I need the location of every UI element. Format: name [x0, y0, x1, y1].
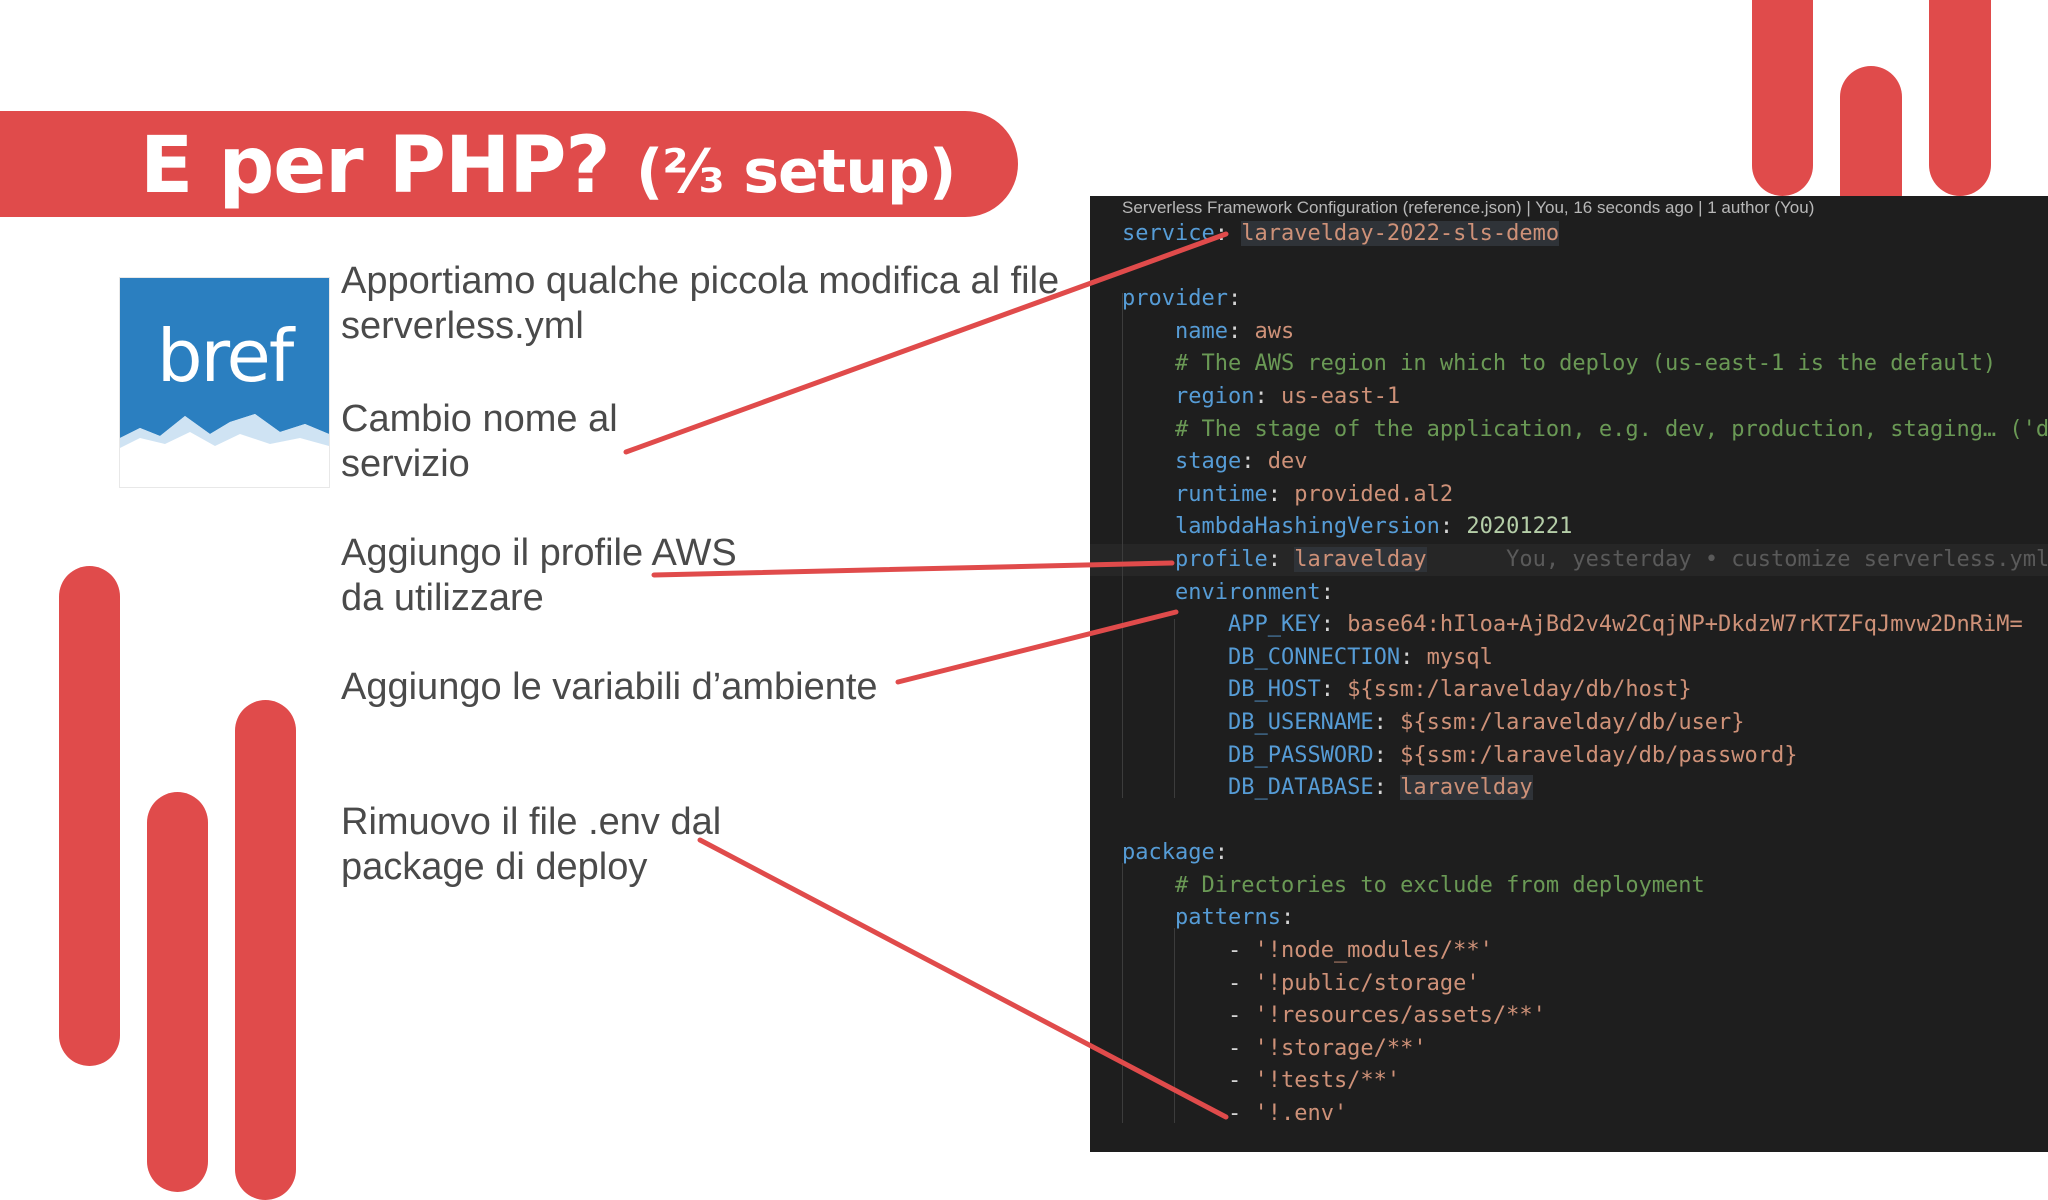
connector-service [623, 231, 1229, 455]
connector-profile [651, 560, 1175, 578]
connector-lines [623, 231, 1229, 1120]
connector-env-file [697, 837, 1229, 1120]
connector-environment [895, 609, 1179, 685]
